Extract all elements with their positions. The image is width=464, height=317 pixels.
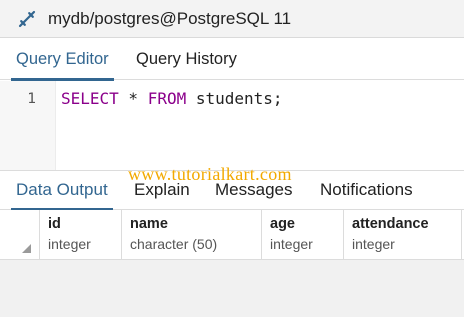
tab-data-output[interactable]: Data Output [11, 171, 113, 211]
tab-query-editor[interactable]: Query Editor [11, 38, 114, 81]
watermark-text: www.tutorialkart.com [128, 164, 292, 184]
tab-query-history[interactable]: Query History [136, 38, 237, 80]
keyword-from: FROM [147, 89, 187, 108]
column-header-id[interactable]: id integer [40, 210, 122, 259]
column-header-attendance[interactable]: attendance integer [344, 210, 462, 259]
code-star: * [118, 89, 148, 108]
connection-title: mydb/postgres@PostgreSQL 11 [48, 8, 292, 28]
sql-editor[interactable]: 1 SELECT * FROM students; [0, 81, 464, 170]
column-name: name [130, 216, 168, 232]
connection-icon[interactable] [17, 9, 37, 29]
column-name: age [270, 216, 295, 232]
line-gutter: 1 [0, 81, 56, 170]
keyword-select: SELECT [61, 89, 119, 108]
column-type: integer [48, 236, 91, 252]
column-type: integer [352, 236, 395, 252]
column-header-name[interactable]: name character (50) [122, 210, 262, 259]
code-table-name: students; [186, 89, 283, 108]
connection-bar: mydb/postgres@PostgreSQL 11 [0, 0, 464, 38]
result-grid-body [0, 260, 464, 317]
sql-code-line[interactable]: SELECT * FROM students; [61, 89, 283, 108]
line-number: 1 [27, 91, 36, 107]
column-header-age[interactable]: age integer [262, 210, 344, 259]
column-name: attendance [352, 216, 429, 232]
result-grid-header: id integer name character (50) age integ… [0, 210, 464, 260]
editor-tabs: Query Editor Query History [0, 38, 464, 81]
column-name: id [48, 216, 61, 232]
tab-notifications[interactable]: Notifications [320, 171, 413, 210]
select-all-corner[interactable] [0, 210, 40, 259]
column-type: integer [270, 236, 313, 252]
column-type: character (50) [130, 236, 218, 252]
corner-triangle-icon [22, 244, 31, 253]
